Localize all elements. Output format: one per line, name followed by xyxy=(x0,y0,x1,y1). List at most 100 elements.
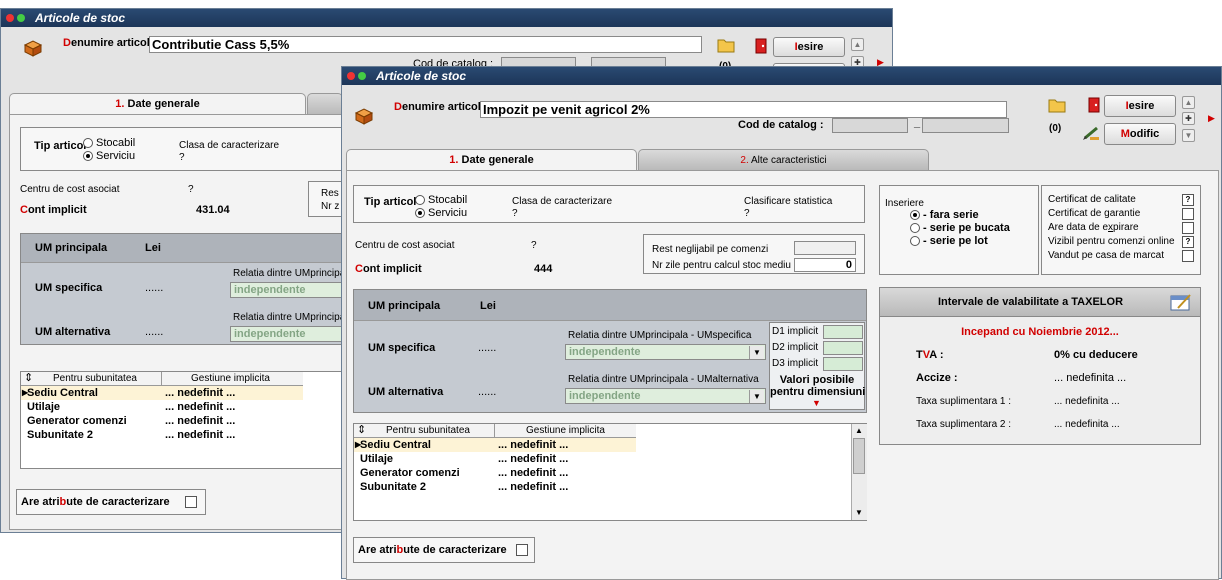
um-alternativa-label: UM alternativa xyxy=(368,386,444,398)
back-subunit-grid[interactable]: ⇕ Pentru subunitatea Gestiune implicita … xyxy=(20,371,350,469)
nav-down-icon[interactable]: ▼ xyxy=(1182,129,1195,142)
radio-serie-lot[interactable]: - serie pe lot xyxy=(910,235,988,247)
vandut-casa-checkbox[interactable] xyxy=(1182,250,1194,262)
table-row[interactable]: Utilaje... nedefinit ... xyxy=(21,400,303,414)
back-atribute-box: Are atribute de caracterizare xyxy=(16,489,206,515)
rest-partial: Res xyxy=(321,188,339,199)
clasificare-label: Clasificare statistica xyxy=(744,196,833,207)
red-triangle-down-icon[interactable]: ▼ xyxy=(812,398,821,408)
scroll-up-icon[interactable]: ▲ xyxy=(855,426,863,435)
table-row[interactable]: ▶ Sediu Central... nedefinit ... xyxy=(21,386,303,400)
box-icon xyxy=(23,39,43,57)
modify-pen-icon[interactable] xyxy=(1082,125,1102,141)
back-tab-date-generale[interactable]: 1. Date generale xyxy=(9,93,306,115)
um-principala-label: UM principala xyxy=(368,300,441,312)
centru-label: Centru de cost asociat xyxy=(20,184,120,195)
data-expirare-checkbox[interactable] xyxy=(1182,222,1194,234)
minimize-icon[interactable] xyxy=(17,14,25,22)
scroll-thumb[interactable] xyxy=(853,438,865,474)
taxa1-value: ... nedefinita ... xyxy=(1054,396,1120,407)
back-window-titlebar: Articole de stoc xyxy=(1,9,892,27)
clasa-value: ? xyxy=(179,152,185,163)
d2-input[interactable] xyxy=(823,341,863,355)
cod-catalog-input-1[interactable] xyxy=(832,118,908,133)
nav-up-icon[interactable]: ▲ xyxy=(851,38,864,51)
atribute-checkbox[interactable] xyxy=(185,496,197,508)
back-tip-articol-box: Tip articol Stocabil Serviciu Clasa de c… xyxy=(20,127,344,171)
front-modific-button[interactable]: Modific xyxy=(1104,123,1176,145)
folder-icon[interactable] xyxy=(1048,97,1066,113)
dropdown-arrow-icon[interactable]: ▼ xyxy=(749,390,764,403)
denumire-input[interactable]: Contributie Cass 5,5% xyxy=(149,36,702,53)
front-window-titlebar: Articole de stoc xyxy=(342,67,1221,85)
tva-value: 0% cu deducere xyxy=(1054,349,1138,361)
cont-label: Cont implicit xyxy=(355,263,422,275)
vizibil-online-label: Vizibil pentru comenzi online xyxy=(1048,236,1175,247)
grid-scrollbar[interactable]: ▲ ▼ xyxy=(851,424,867,520)
d1-input[interactable] xyxy=(823,325,863,339)
back-exit-button[interactable]: Iesire xyxy=(773,37,845,57)
grid-col1: Pentru subunitatea xyxy=(53,373,137,384)
rest-input[interactable] xyxy=(794,241,856,255)
sort-icon[interactable]: ⇕ xyxy=(24,372,33,385)
nr-partial: Nr z xyxy=(321,201,340,212)
cert-garantie-checkbox[interactable] xyxy=(1182,208,1194,220)
atribute-checkbox[interactable] xyxy=(516,544,528,556)
exit-door-icon[interactable] xyxy=(1088,97,1100,113)
radio-fara-serie[interactable]: - fara serie xyxy=(910,209,979,221)
close-icon[interactable] xyxy=(347,72,355,80)
cod-catalog-input-2[interactable] xyxy=(922,118,1009,133)
dropdown-arrow-icon[interactable]: ▼ xyxy=(749,346,764,359)
nav-up-icon[interactable]: ▲ xyxy=(1182,96,1195,109)
calendar-edit-icon[interactable] xyxy=(1170,292,1192,312)
cert-calitate-checkbox[interactable]: ? xyxy=(1182,194,1194,206)
rest-label: Rest neglijabil pe comenzi xyxy=(652,244,769,255)
taxe-panel: Intervale de valabilitate a TAXELOR Ince… xyxy=(879,287,1201,445)
nr-zile-input[interactable]: 0 xyxy=(794,258,856,272)
radio-serie-bucata[interactable]: - serie pe bucata xyxy=(910,222,1010,234)
cert-calitate-label: Certificat de calitate xyxy=(1048,194,1136,205)
table-row[interactable]: Subunitate 2... nedefinit ... xyxy=(354,480,636,494)
table-row[interactable]: Generator comenzi... nedefinit ... xyxy=(21,414,303,428)
vizibil-online-checkbox[interactable]: ? xyxy=(1182,236,1194,248)
valori-line1: Valori posibile xyxy=(779,374,855,386)
relatia-spec-label: Relatia dintre UMprincipala - UMspecific… xyxy=(568,330,752,341)
cont-value: 431.04 xyxy=(196,204,230,216)
combo-alt[interactable]: independente ▼ xyxy=(565,388,766,404)
close-icon[interactable] xyxy=(6,14,14,22)
radio-serviciu[interactable]: Serviciu xyxy=(415,207,467,219)
atribute-label: Are atribute de caracterizare xyxy=(21,496,170,508)
table-row[interactable]: Subunitate 2... nedefinit ... xyxy=(21,428,303,442)
front-exit-button[interactable]: Iesire xyxy=(1104,95,1176,117)
d3-input[interactable] xyxy=(823,357,863,371)
d3-label: D3 implicit xyxy=(772,358,819,369)
folder-icon[interactable] xyxy=(717,37,735,53)
back-tab-2[interactable] xyxy=(307,93,343,115)
sort-icon[interactable]: ⇕ xyxy=(357,424,366,437)
front-tab-date-generale[interactable]: 1. Date generale xyxy=(346,149,637,171)
minimize-icon[interactable] xyxy=(358,72,366,80)
taxe-header-label: Intervale de valabilitate a TAXELOR xyxy=(938,296,1124,308)
scroll-down-icon[interactable]: ▼ xyxy=(855,508,863,517)
um-alternativa-dots: ...... xyxy=(478,386,497,398)
front-um-box: UM principala Lei UM specifica ...... Re… xyxy=(353,289,867,413)
radio-serviciu[interactable]: Serviciu xyxy=(83,150,135,162)
cert-garantie-label: Certificat de garantie xyxy=(1048,208,1141,219)
exit-door-icon[interactable] xyxy=(755,38,767,54)
denumire-label: Denumire articol xyxy=(394,101,481,113)
table-row[interactable]: Generator comenzi... nedefinit ... xyxy=(354,466,636,480)
cod-catalog-dash: _ xyxy=(914,117,921,129)
table-row[interactable]: Utilaje... nedefinit ... xyxy=(354,452,636,466)
grid-col2: Gestiune implicita xyxy=(191,373,270,384)
front-subunit-grid[interactable]: ⇕ Pentru subunitatea Gestiune implicita … xyxy=(353,423,867,521)
tip-articol-label: Tip articol xyxy=(364,196,417,208)
combo-spec[interactable]: independente ▼ xyxy=(565,344,766,360)
front-tab-alte-caracteristici[interactable]: 2. Alte caracteristici xyxy=(638,149,929,171)
radio-stocabil[interactable]: Stocabil xyxy=(83,137,135,149)
nav-cross-icon[interactable]: ✚ xyxy=(1182,112,1195,125)
inseriere-label: Inseriere xyxy=(885,198,924,209)
table-row[interactable]: ▶ Sediu Central... nedefinit ... xyxy=(354,438,636,452)
um-specifica-label: UM specifica xyxy=(35,282,103,294)
radio-stocabil[interactable]: Stocabil xyxy=(415,194,467,206)
denumire-input[interactable]: Impozit pe venit agricol 2% xyxy=(480,101,1007,118)
